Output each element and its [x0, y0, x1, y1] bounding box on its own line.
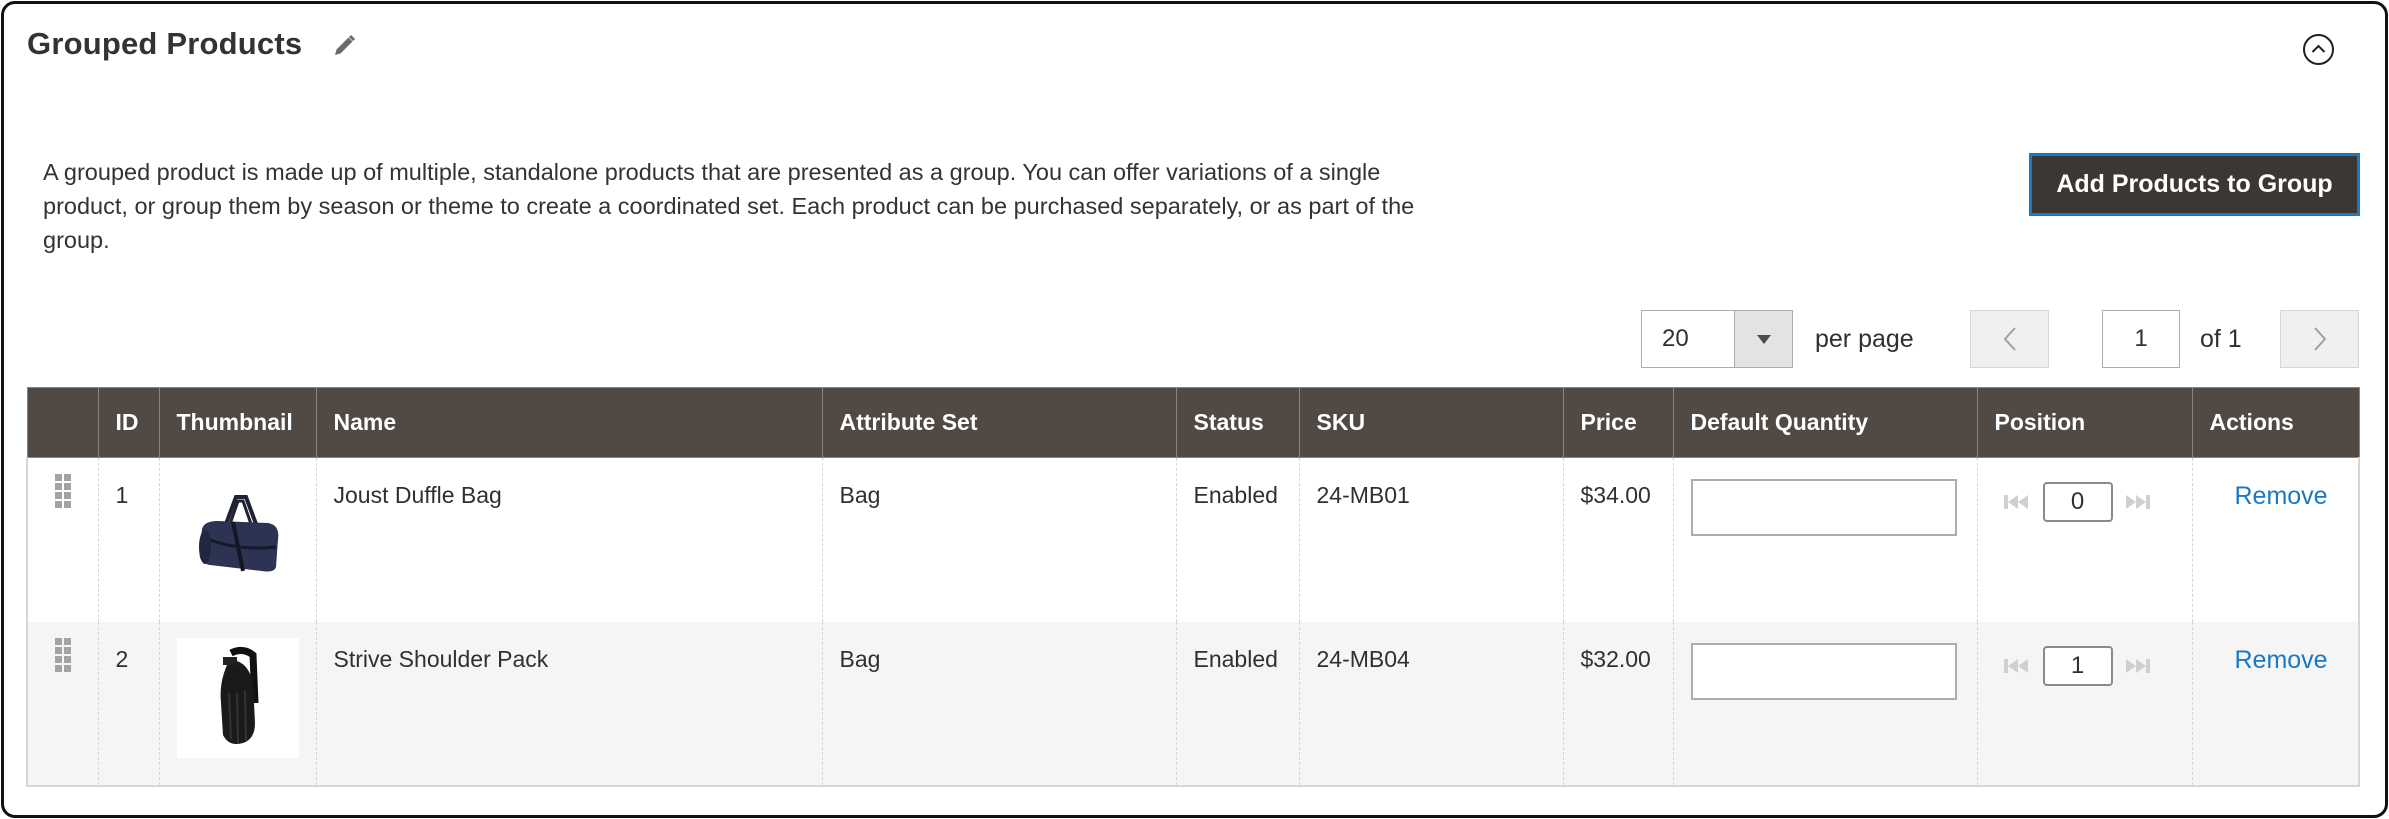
grouped-products-table: ID Thumbnail Name Attribute Set Status S… — [26, 387, 2360, 787]
table-row: 1 Joust Duffle Bag Bag Enabled 24-MB01 $… — [26, 457, 2360, 622]
remove-link[interactable]: Remove — [2210, 646, 2328, 675]
cell-price: $32.00 — [1562, 621, 1674, 787]
duffle-bag-thumbnail — [176, 474, 299, 594]
per-page-value: 20 — [1662, 325, 1689, 352]
drag-handle-icon[interactable] — [55, 474, 71, 508]
move-to-top-icon[interactable] — [2002, 657, 2032, 675]
previous-page-button[interactable] — [1970, 310, 2049, 368]
table-header-row: ID Thumbnail Name Attribute Set Status S… — [26, 387, 2360, 458]
chevron-up-circle-icon[interactable] — [2302, 33, 2335, 66]
column-header-status[interactable]: Status — [1175, 387, 1300, 458]
shoulder-pack-thumbnail — [176, 637, 299, 758]
position-control — [1995, 482, 2175, 522]
cell-sku: 24-MB04 — [1298, 621, 1564, 787]
cell-status: Enabled — [1175, 621, 1300, 787]
remove-link[interactable]: Remove — [2210, 482, 2328, 511]
column-header-price[interactable]: Price — [1562, 387, 1674, 458]
cell-sku: 24-MB01 — [1298, 457, 1564, 622]
pencil-icon[interactable] — [331, 33, 357, 59]
table-row: 2 Strive Shoulder Pack Bag Enabled 24-MB… — [26, 621, 2360, 787]
position-input[interactable] — [2042, 645, 2113, 686]
cell-id: 1 — [97, 457, 160, 622]
add-products-to-group-button[interactable]: Add Products to Group — [2029, 153, 2360, 216]
position-control — [1995, 645, 2175, 686]
column-header-sku[interactable]: SKU — [1298, 387, 1564, 458]
chevron-left-icon — [2003, 327, 2016, 351]
position-input[interactable] — [2042, 482, 2113, 522]
per-page-select[interactable]: 20 — [1641, 310, 1793, 368]
column-header-default-quantity: Default Quantity — [1672, 387, 1978, 458]
column-header-name[interactable]: Name — [315, 387, 823, 458]
column-header-position: Position — [1976, 387, 2193, 458]
column-header-attribute-set[interactable]: Attribute Set — [821, 387, 1177, 458]
column-header-thumbnail: Thumbnail — [158, 387, 317, 458]
default-quantity-input[interactable] — [1690, 642, 1957, 700]
column-header-actions: Actions — [2191, 387, 2360, 458]
move-to-bottom-icon[interactable] — [2124, 493, 2154, 511]
cell-attribute-set: Bag — [821, 457, 1177, 622]
chevron-right-icon — [2313, 327, 2326, 351]
column-header-id[interactable]: ID — [97, 387, 160, 458]
section-title: Grouped Products — [27, 26, 303, 61]
dropdown-arrow-icon[interactable] — [1734, 311, 1792, 367]
drag-handle-icon[interactable] — [55, 637, 71, 672]
column-header-drag — [26, 387, 99, 458]
cell-attribute-set: Bag — [821, 621, 1177, 787]
move-to-top-icon[interactable] — [2002, 493, 2032, 511]
page-total-label: of 1 — [2200, 324, 2242, 353]
cell-name: Strive Shoulder Pack — [315, 621, 823, 787]
cell-name: Joust Duffle Bag — [315, 457, 823, 622]
cell-status: Enabled — [1175, 457, 1300, 622]
page-number-input[interactable] — [2102, 310, 2180, 368]
default-quantity-input[interactable] — [1690, 479, 1957, 536]
move-to-bottom-icon[interactable] — [2124, 657, 2154, 675]
cell-id: 2 — [97, 621, 160, 787]
section-description: A grouped product is made up of multiple… — [43, 159, 1415, 253]
cell-price: $34.00 — [1562, 457, 1674, 622]
next-page-button[interactable] — [2280, 310, 2359, 368]
per-page-label: per page — [1815, 324, 1914, 353]
